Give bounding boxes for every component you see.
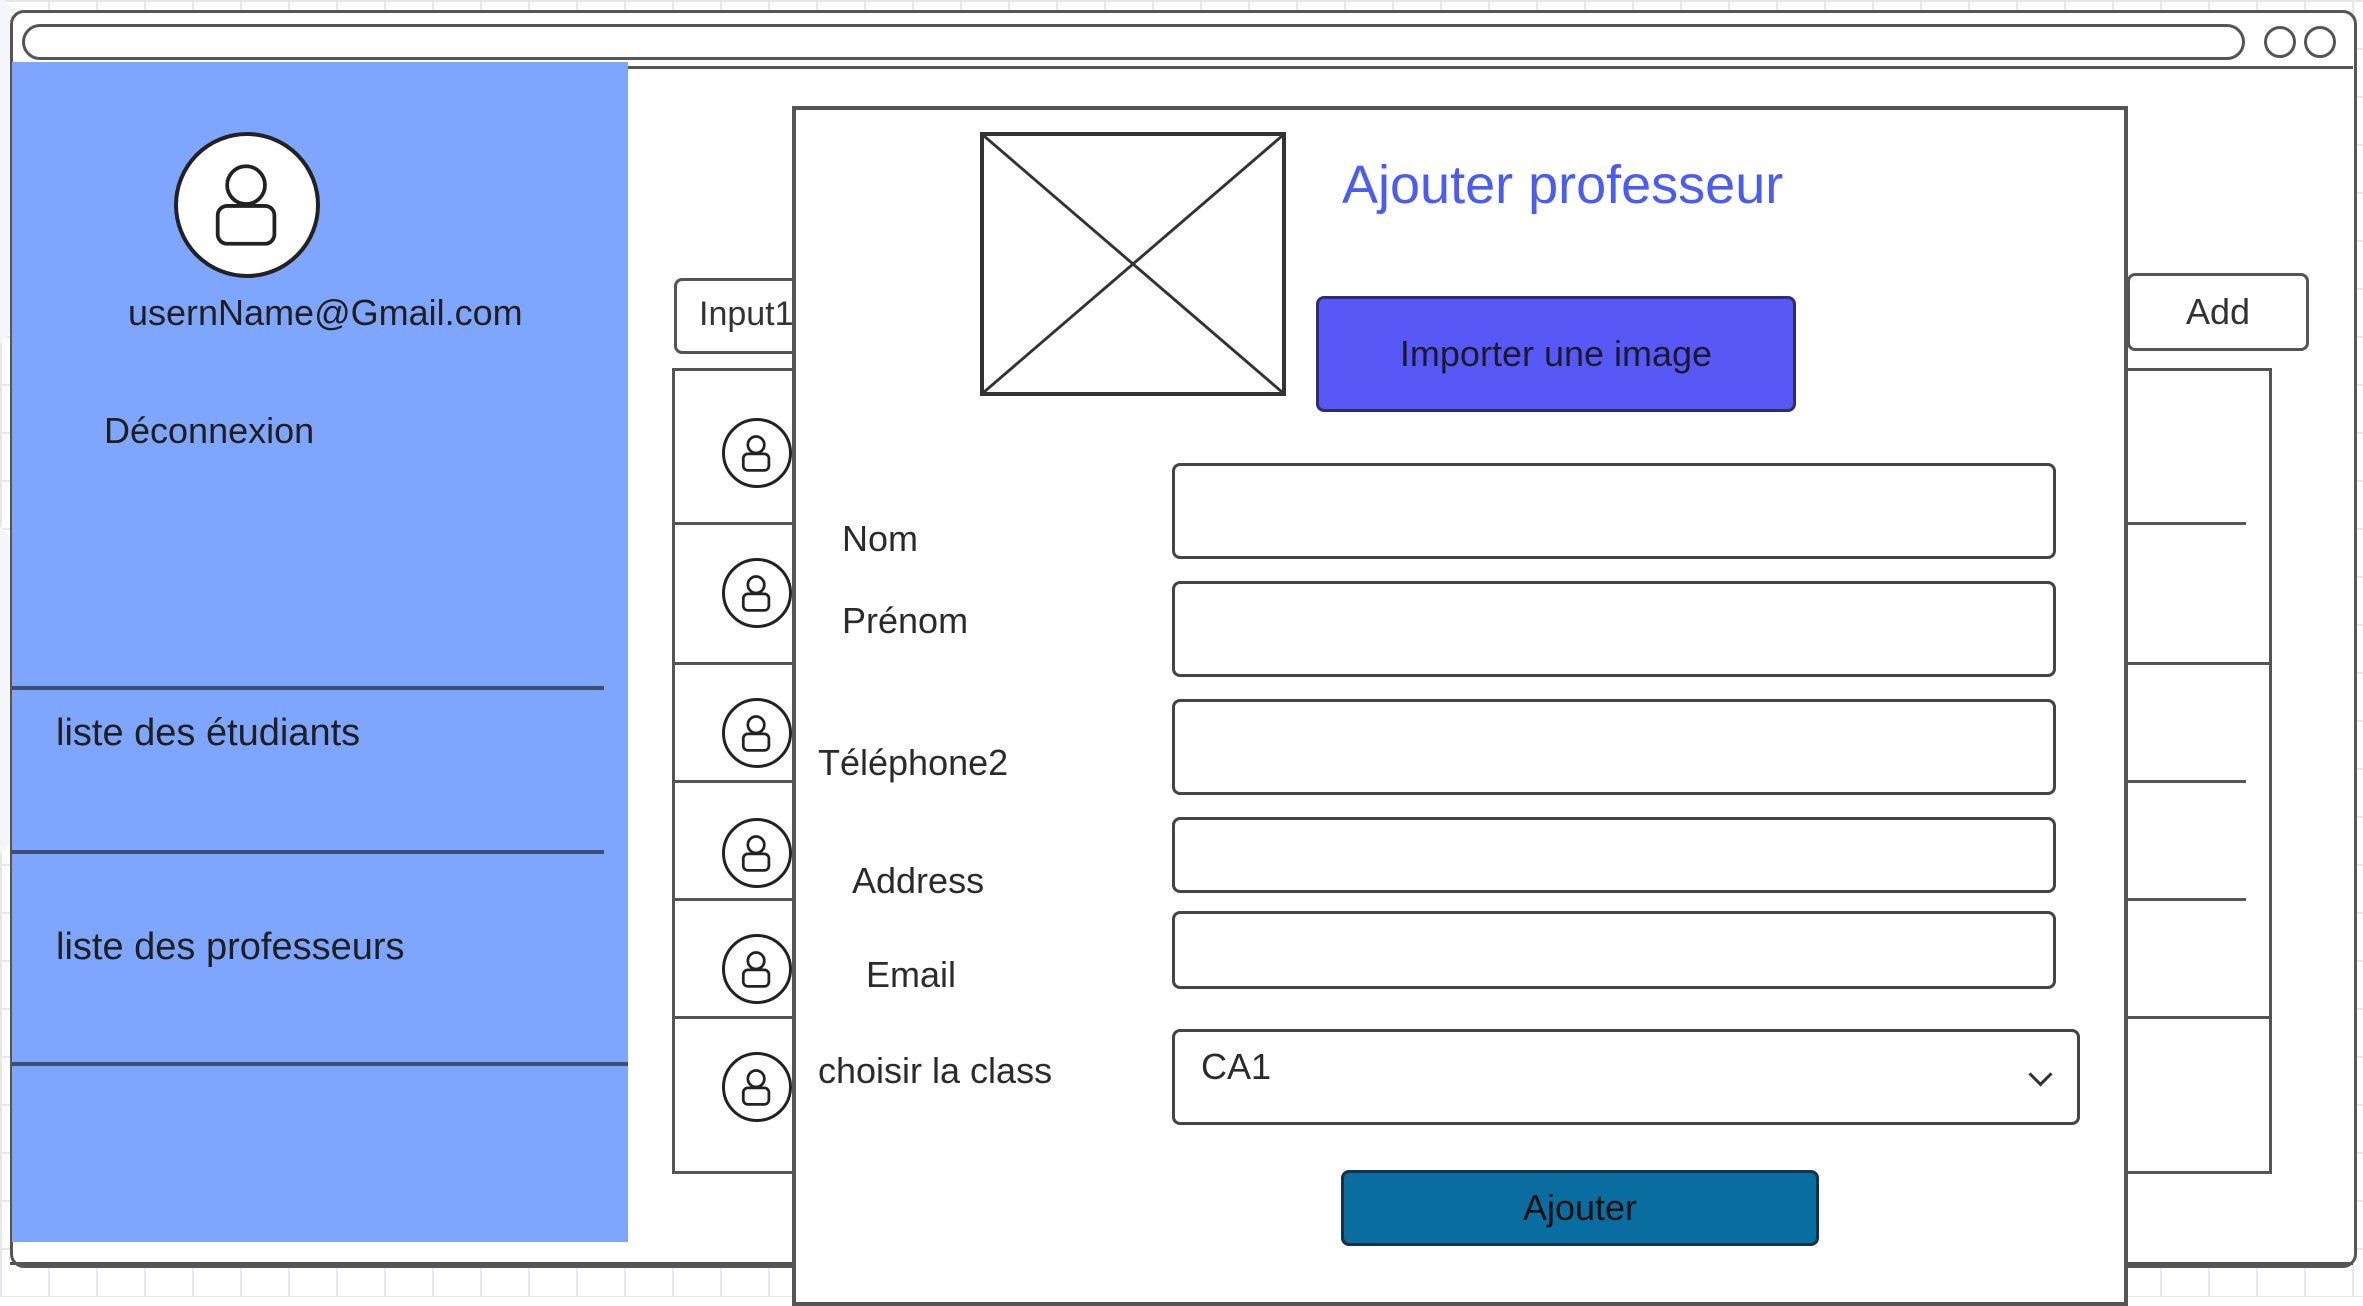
window-close-button[interactable] <box>2304 26 2336 58</box>
sidebar-divider <box>12 1062 628 1066</box>
list-item-avatar-icon <box>722 418 792 488</box>
list-item-avatar-icon <box>722 934 792 1004</box>
sidebar-item-teachers[interactable]: liste des professeurs <box>56 926 405 969</box>
sidebar-divider <box>12 850 604 854</box>
prenom-input[interactable] <box>1172 581 2056 677</box>
list-item-avatar-icon <box>722 558 792 628</box>
address-bar[interactable] <box>22 24 2245 60</box>
chevron-down-icon <box>2028 1062 2053 1087</box>
window-minimize-button[interactable] <box>2264 26 2296 58</box>
sidebar-divider <box>12 686 604 690</box>
list-item-avatar-icon <box>722 698 792 768</box>
user-email: usernName@Gmail.com <box>128 292 523 333</box>
prenom-label: Prénom <box>842 600 969 641</box>
user-avatar-icon <box>174 132 320 278</box>
logout-link[interactable]: Déconnexion <box>104 410 314 452</box>
nom-label: Nom <box>842 518 919 559</box>
class-label: choisir la class <box>818 1050 1053 1091</box>
submit-button[interactable]: Ajouter <box>1341 1170 1819 1246</box>
import-image-button[interactable]: Importer une image <box>1316 296 1796 412</box>
image-placeholder-icon <box>980 132 1286 396</box>
class-select-value: CA1 <box>1201 1046 1272 1087</box>
email-input[interactable] <box>1172 911 2056 989</box>
add-button[interactable]: Add <box>2127 273 2309 351</box>
list-item-avatar-icon <box>722 1052 792 1122</box>
email-label: Email <box>866 954 957 995</box>
nom-input[interactable] <box>1172 463 2056 559</box>
modal-title: Ajouter professeur <box>1342 155 1784 215</box>
list-item-avatar-icon <box>722 818 792 888</box>
class-select[interactable]: CA1 <box>1172 1029 2080 1125</box>
telephone-input[interactable] <box>1172 699 2056 795</box>
sidebar-item-students[interactable]: liste des étudiants <box>56 712 360 755</box>
telephone-label: Téléphone2 <box>818 742 1009 783</box>
address-label: Address <box>852 860 985 901</box>
address-input[interactable] <box>1172 817 2056 893</box>
